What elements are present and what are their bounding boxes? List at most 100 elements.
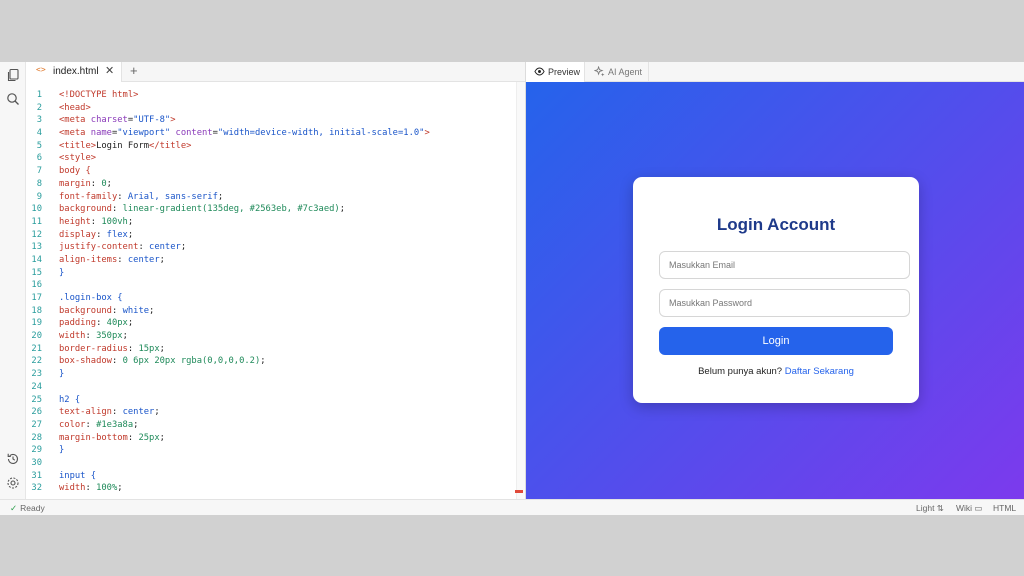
- password-field[interactable]: [659, 289, 910, 317]
- code-token: ;: [127, 318, 134, 329]
- code-token: :: [96, 229, 107, 240]
- line-number: 29: [31, 445, 42, 456]
- code-token: :: [127, 343, 139, 354]
- code-token: "viewport": [117, 128, 171, 139]
- code-token: }: [59, 267, 65, 278]
- theme-toggle[interactable]: Light ⇅: [916, 503, 944, 514]
- code-line: 1 <!DOCTYPE html>: [26, 89, 516, 102]
- code-token: ;: [159, 343, 165, 354]
- line-number: 6: [36, 153, 42, 164]
- editor-scrollbar[interactable]: [516, 82, 525, 499]
- line-number: 11: [31, 216, 42, 227]
- status-bar: ✓ Ready Light ⇅ Wiki ▭ HTML: [0, 499, 1024, 515]
- tab-ai-agent[interactable]: AI Agent: [586, 62, 649, 82]
- code-token: :: [127, 432, 139, 443]
- settings-icon[interactable]: [6, 476, 20, 490]
- code-token: }: [59, 369, 65, 380]
- code-token: >: [170, 115, 176, 126]
- status-ready-label: Ready: [20, 503, 45, 513]
- check-circle-icon: ✓: [10, 503, 18, 513]
- code-line: 32 width: 100%;: [26, 482, 516, 495]
- html-file-icon: <>: [36, 65, 46, 74]
- signup-line: Belum punya akun? Daftar Sekarang: [633, 366, 919, 377]
- search-icon[interactable]: [6, 92, 20, 106]
- line-number: 4: [36, 128, 42, 139]
- code-token: ;: [159, 432, 165, 443]
- code-token: :: [96, 318, 107, 329]
- code-text: h2 {: [59, 394, 80, 407]
- code-text: margin-bottom: 25px;: [59, 432, 165, 445]
- code-token: </title>: [149, 140, 192, 151]
- code-text: padding: 40px;: [59, 317, 133, 330]
- code-line: 10 background: linear-gradient(135deg, #2…: [26, 203, 516, 216]
- history-icon[interactable]: [6, 452, 20, 466]
- code-token: :: [85, 331, 97, 342]
- code-token: ;: [339, 204, 346, 215]
- tab-preview[interactable]: Preview: [526, 62, 585, 82]
- code-line: 2 <head>: [26, 102, 516, 115]
- code-line: 7 body {: [26, 165, 516, 178]
- login-box: Login Account Login Belum punya akun? Da…: [633, 177, 919, 403]
- code-text: align-items: center;: [59, 254, 165, 267]
- code-token: padding: [59, 318, 97, 329]
- code-token: background: [59, 204, 112, 215]
- code-line: 24: [26, 381, 516, 394]
- code-token: justify-content: [59, 242, 139, 253]
- code-token: 350px: [96, 331, 123, 342]
- tab-ai-agent-label: AI Agent: [608, 67, 643, 77]
- line-number: 1: [36, 90, 42, 100]
- line-number: 16: [31, 280, 42, 291]
- code-text: box-shadow: 0 6px 20px rgba(0,0,0,0.2);: [59, 355, 266, 368]
- code-text: background: white;: [59, 305, 154, 318]
- code-token: 100%: [96, 483, 118, 494]
- code-area[interactable]: 1 <!DOCTYPE html> 2 <head> 3 <meta charset="U…: [26, 89, 516, 496]
- language-indicator[interactable]: HTML: [993, 503, 1016, 513]
- code-token: height: [59, 216, 91, 227]
- code-line: 14 align-items: center;: [26, 254, 516, 267]
- code-token: }: [59, 445, 65, 456]
- code-token: ;: [217, 191, 224, 202]
- code-token: <head>: [59, 102, 91, 113]
- code-token: linear-gradient(135deg, #2563eb, #7c3aed…: [122, 204, 340, 215]
- preview-tab-bar: Preview AI Agent: [526, 62, 1024, 82]
- line-number: 20: [31, 331, 42, 342]
- close-tab-icon[interactable]: ✕: [105, 64, 114, 77]
- code-token: content: [170, 128, 213, 139]
- files-icon[interactable]: [6, 68, 20, 82]
- line-number: 2: [36, 102, 42, 113]
- editor-tab-bar: <> index.html ✕ +: [26, 62, 525, 82]
- line-number: 24: [31, 381, 42, 392]
- code-token: "UTF-8": [133, 115, 171, 126]
- line-number: 28: [31, 432, 42, 443]
- code-line: 3 <meta charset="UTF-8">: [26, 114, 516, 127]
- code-token: :: [90, 216, 102, 227]
- code-token: width: [59, 483, 86, 494]
- activity-bar: [0, 62, 26, 499]
- code-text: }: [59, 267, 64, 280]
- code-token: :: [117, 191, 128, 202]
- code-text: text-align: center;: [59, 406, 160, 419]
- code-token: text-align: [59, 407, 112, 418]
- code-token: <style>: [59, 153, 97, 164]
- login-button[interactable]: Login: [659, 327, 893, 355]
- code-text: <head>: [59, 102, 91, 115]
- code-line: 28 margin-bottom: 25px;: [26, 432, 516, 445]
- code-text: height: 100vh;: [59, 216, 133, 229]
- sparkle-icon: [594, 66, 605, 77]
- tab-index-html[interactable]: <> index.html ✕: [26, 62, 122, 82]
- code-line: 23}: [26, 368, 516, 381]
- line-number: 19: [31, 318, 42, 329]
- code-text: .login-box {: [59, 292, 123, 305]
- email-field[interactable]: [659, 251, 910, 279]
- code-token: name: [90, 128, 112, 139]
- code-token: :: [90, 178, 102, 189]
- wiki-link[interactable]: Wiki ▭: [956, 503, 982, 514]
- signup-link[interactable]: Daftar Sekarang: [785, 366, 854, 377]
- code-token: align-items: [59, 254, 118, 265]
- line-number: 17: [31, 293, 42, 303]
- code-token: margin-bottom: [59, 432, 128, 443]
- add-tab-icon[interactable]: +: [130, 63, 138, 78]
- code-token: body {: [59, 166, 91, 177]
- code-text: <meta charset="UTF-8">: [59, 114, 176, 127]
- code-token: flex: [106, 229, 128, 240]
